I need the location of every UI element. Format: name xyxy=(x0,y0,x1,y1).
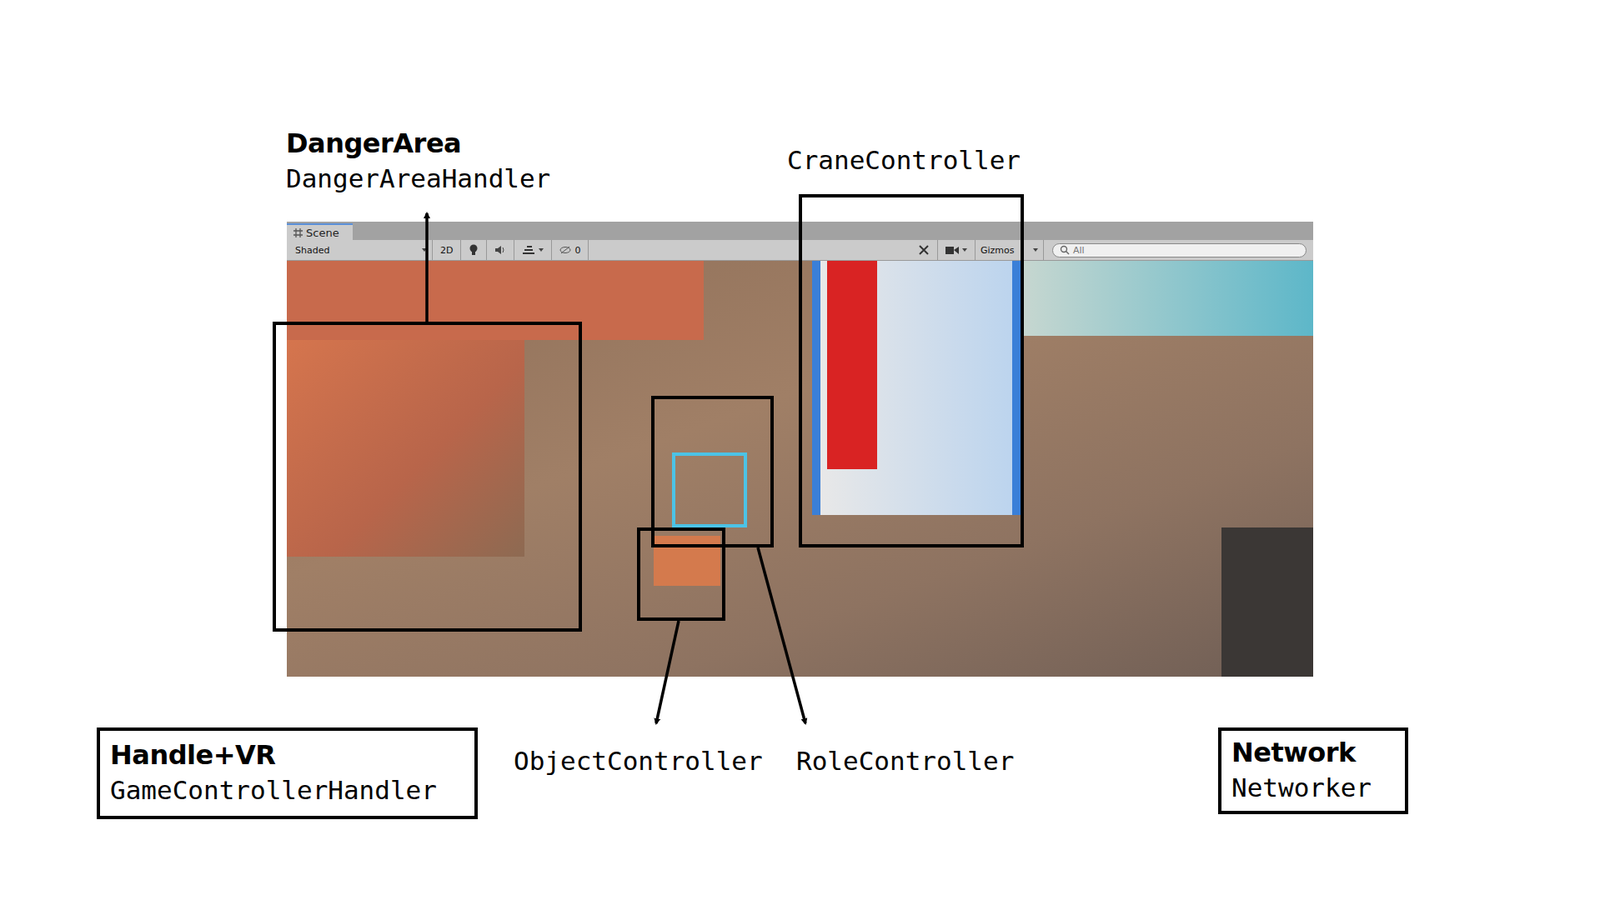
brick-pile xyxy=(286,306,525,557)
component-box: NetworkNetworker xyxy=(1218,727,1409,815)
speaker-icon xyxy=(494,245,507,256)
arrow xyxy=(425,213,429,322)
bulb-icon xyxy=(468,244,479,256)
panel-script: Networker xyxy=(1231,771,1395,807)
caret-icon xyxy=(1033,248,1039,252)
region-label: RoleController xyxy=(796,744,1014,780)
caret-icon xyxy=(962,248,968,252)
hidden-objects-button[interactable]: 0 xyxy=(551,240,589,261)
region-script: DangerAreaHandler xyxy=(285,161,551,197)
scaffold xyxy=(1020,260,1314,337)
search-field[interactable]: All xyxy=(1052,243,1307,258)
2d-button[interactable]: 2D xyxy=(432,240,462,261)
tools-icon xyxy=(917,244,930,256)
region-label: CraneController xyxy=(787,143,1021,179)
region-script: ObjectController xyxy=(513,744,763,780)
crate xyxy=(653,536,721,587)
region-box xyxy=(636,527,726,622)
diagram: SceneShaded2D 0 Gizmos All DangerAreaDangerA… xyxy=(0,0,1600,900)
region-box xyxy=(651,396,774,548)
brick-wall xyxy=(286,260,704,341)
region-script: RoleController xyxy=(796,744,1014,780)
camera-button[interactable] xyxy=(937,240,976,261)
camera-icon xyxy=(945,245,959,256)
component-box: Handle+VRGameControllerHandler xyxy=(96,727,478,820)
effects-icon xyxy=(521,245,536,256)
panel-title: Handle+VR xyxy=(110,738,465,774)
lighting-button[interactable] xyxy=(461,240,487,261)
scene-tab[interactable]: Scene xyxy=(286,223,353,241)
arrow xyxy=(656,621,679,724)
effects-button[interactable] xyxy=(514,240,552,261)
tab-label: Scene xyxy=(305,226,340,240)
crane-panel xyxy=(827,260,878,470)
caret-icon xyxy=(538,248,544,252)
region-box xyxy=(272,321,582,632)
region-label: ObjectController xyxy=(513,744,763,780)
panel-script: GameControllerHandler xyxy=(110,773,465,809)
panel-title: Network xyxy=(1231,736,1395,772)
audio-button[interactable] xyxy=(486,240,515,261)
region-label: DangerAreaDangerAreaHandler xyxy=(285,126,551,196)
region-title: DangerArea xyxy=(285,126,551,162)
caret-icon xyxy=(421,248,427,252)
search-icon xyxy=(1059,245,1070,256)
arrow xyxy=(757,547,806,724)
role-object xyxy=(672,452,748,528)
eye-icon xyxy=(559,245,572,255)
region-script: CraneController xyxy=(787,143,1021,179)
tools-button[interactable] xyxy=(910,240,938,261)
shading-dropdown[interactable]: Shaded xyxy=(286,240,433,261)
ground-shadow xyxy=(1221,527,1314,678)
region-box xyxy=(798,194,1024,548)
grid-icon xyxy=(293,228,303,238)
gizmos-dropdown[interactable]: Gizmos xyxy=(975,240,1044,261)
